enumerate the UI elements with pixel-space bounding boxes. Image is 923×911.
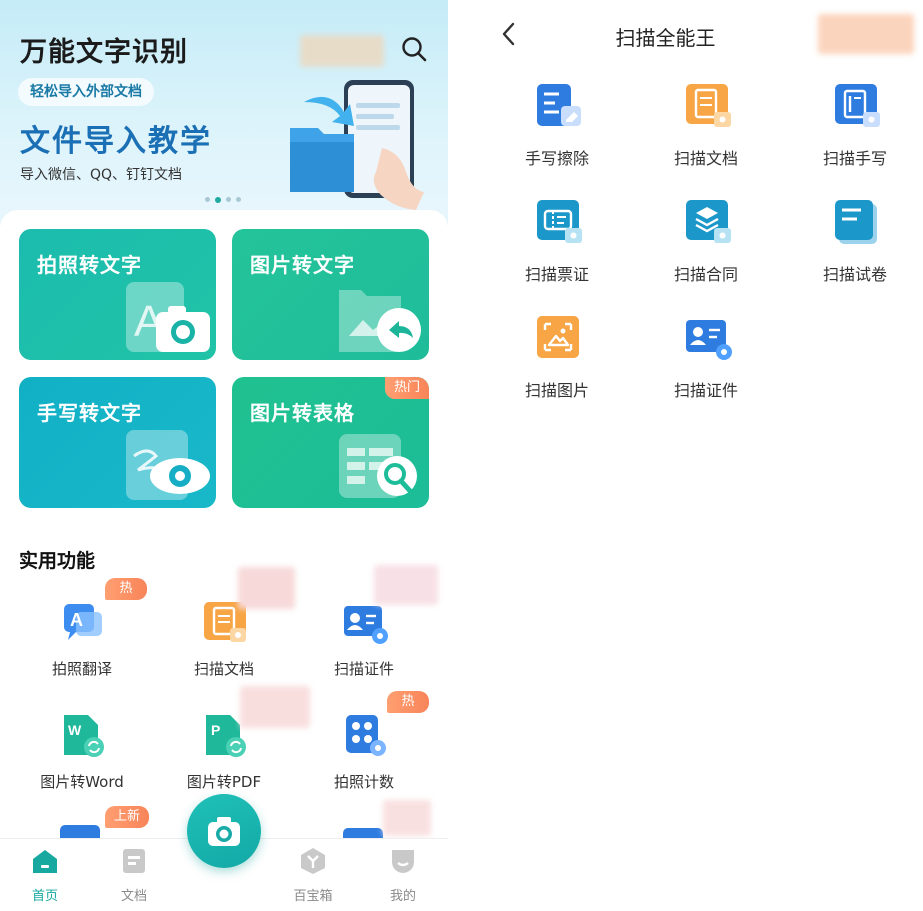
search-button[interactable] <box>400 35 430 65</box>
scan-ticket-icon <box>537 200 582 243</box>
tool-label: 图片转PDF <box>186 773 262 791</box>
banner-headline: 文件导入教学 <box>20 124 212 159</box>
tool-scan-id-card[interactable]: 扫描证件 <box>299 600 429 700</box>
handwriting-eye-icon <box>126 430 210 500</box>
banner-subline: 导入微信、QQ、钉钉文档 <box>20 167 183 183</box>
scanner-scan-image[interactable]: 扫描图片 <box>502 314 612 414</box>
blurred-badge <box>238 567 295 609</box>
card-label: 手写转文字 <box>37 401 142 425</box>
scanner-scan-handwriting[interactable]: 扫描手写 <box>800 82 910 182</box>
camera-icon <box>208 817 240 846</box>
hot-badge: 热门 <box>105 578 147 618</box>
scan-contract-icon <box>686 200 731 243</box>
card-label: 图片转表格 <box>250 401 355 425</box>
tool-label: 手写擦除 <box>524 149 589 168</box>
scanner-scan-contract[interactable]: 扫描合同 <box>651 198 761 298</box>
blurred-badge <box>818 14 914 54</box>
blurred-badge <box>300 35 384 67</box>
tool-photo-translate[interactable]: 热门 A 拍照翻译 <box>17 578 147 700</box>
tool-photo-count[interactable]: 热门 拍照计数 <box>299 691 429 813</box>
svg-text:A: A <box>70 610 83 630</box>
image-to-table-card[interactable]: 图片转表格 热门 <box>232 377 429 508</box>
translate-icon: A <box>64 604 102 640</box>
image-folder-icon <box>339 290 421 352</box>
toolbox-icon <box>301 848 325 874</box>
tool-label: 扫描证件 <box>333 660 394 678</box>
tab-label: 百宝箱 <box>293 889 333 904</box>
camera-text-icon: A <box>126 282 210 352</box>
card-label: 图片转文字 <box>250 253 355 277</box>
promo-banner[interactable]: 万能文字识别 轻松导入外部文档 文件导入教学 导入微信、QQ、钉钉文档 <box>0 0 448 235</box>
pager-dot <box>226 197 231 202</box>
word-icon: W <box>64 715 104 757</box>
tool-label: 拍照翻译 <box>51 660 112 678</box>
tool-label: 扫描文档 <box>193 660 254 678</box>
camera-button[interactable] <box>187 794 261 868</box>
tool-label: 扫描手写 <box>822 149 887 168</box>
scanner-scan-ticket[interactable]: 扫描票证 <box>502 198 612 298</box>
pager-dot-active <box>215 196 221 203</box>
hot-badge: 热门 <box>384 377 429 399</box>
section-title: 实用功能 <box>19 550 96 572</box>
app-title: 万能文字识别 <box>20 37 188 68</box>
banner-pager <box>205 196 241 203</box>
home-screen: 万能文字识别 轻松导入外部文档 文件导入教学 导入微信、QQ、钉钉文档 拍照转文 <box>0 0 448 911</box>
phone-import-illustration-icon <box>290 80 424 210</box>
id-card-icon <box>686 320 732 360</box>
card-label: 拍照转文字 <box>37 253 142 277</box>
profile-icon <box>392 850 414 873</box>
tool-image-to-word[interactable]: W 图片转Word <box>17 713 147 813</box>
tool-label: 扫描合同 <box>673 265 738 284</box>
pager-dot <box>205 197 210 202</box>
svg-text:P: P <box>211 722 220 738</box>
partial-tool-icon <box>60 825 100 839</box>
tool-label: 扫描文档 <box>673 149 738 168</box>
tool-scan-document[interactable]: 扫描文档 <box>159 600 289 700</box>
image-to-text-card[interactable]: 图片转文字 <box>232 229 429 360</box>
count-icon <box>346 715 386 756</box>
scan-handwriting-icon <box>835 84 880 127</box>
tab-home[interactable]: 首页 <box>15 847 75 907</box>
scanner-scan-exam[interactable]: 扫描试卷 <box>800 198 910 298</box>
svg-text:W: W <box>68 722 82 738</box>
scan-document-icon <box>686 84 731 127</box>
pager-dot <box>236 197 241 202</box>
scanner-handwriting-erase[interactable]: 手写擦除 <box>502 82 612 182</box>
scan-exam-icon <box>835 200 877 244</box>
handwriting-to-text-card[interactable]: 手写转文字 <box>19 377 216 508</box>
tool-label: 扫描票证 <box>524 265 589 284</box>
tab-toolbox[interactable]: 百宝箱 <box>283 847 343 907</box>
id-card-icon <box>344 606 388 644</box>
tool-label: 扫描试卷 <box>822 265 887 284</box>
scan-image-icon <box>537 316 579 358</box>
tool-label: 扫描图片 <box>524 381 589 400</box>
scanner-scan-document[interactable]: 扫描文档 <box>651 82 761 182</box>
scanner-scan-id-card[interactable]: 扫描证件 <box>651 314 761 414</box>
home-icon <box>33 850 57 873</box>
tab-profile[interactable]: 我的 <box>373 847 433 907</box>
tab-label: 我的 <box>389 889 416 904</box>
tab-label: 首页 <box>31 889 58 904</box>
table-search-icon <box>339 434 417 498</box>
photo-to-text-card[interactable]: 拍照转文字 A <box>19 229 216 360</box>
blurred-badge <box>383 800 431 836</box>
banner-pill: 轻松导入外部文档 <box>18 78 154 106</box>
search-icon <box>402 37 427 62</box>
hot-badge: 热门 <box>387 691 429 731</box>
blurred-badge <box>374 565 438 605</box>
tool-label: 扫描证件 <box>673 381 738 400</box>
tool-label: 拍照计数 <box>333 773 394 791</box>
tool-label: 图片转Word <box>40 773 124 791</box>
tab-label: 文档 <box>120 889 147 904</box>
document-icon <box>123 849 145 873</box>
tab-documents[interactable]: 文档 <box>104 847 164 907</box>
handwriting-erase-icon <box>537 84 581 126</box>
new-badge: 上新 <box>105 806 150 828</box>
